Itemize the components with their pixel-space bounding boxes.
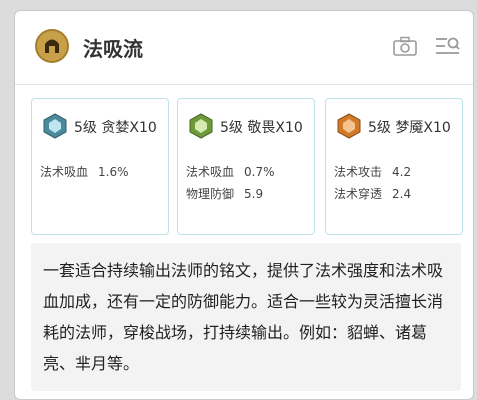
page-title: 法吸流 [83, 37, 143, 61]
green-gem-icon [188, 113, 214, 139]
inscription-card-nightmare[interactable]: 5级 梦魇X10 法术攻击 4.2 法术穿透 2.4 [325, 98, 463, 235]
description-text: 一套适合持续输出法师的铭文，提供了法术强度和法术吸血加成，还有一定的防御能力。适… [43, 261, 444, 373]
stat-row: 物理防御 5.9 [186, 185, 263, 202]
stat-value: 5.9 [244, 187, 264, 201]
stat-value: 4.2 [392, 165, 412, 179]
card-name: 5级 敬畏X10 [220, 120, 303, 136]
panel-header: 法吸流 [15, 11, 473, 81]
stat-label: 法术吸血 [40, 165, 89, 179]
helmet-emblem-icon [35, 29, 69, 63]
stat-row: 法术穿透 2.4 [334, 185, 411, 202]
stat-label: 物理防御 [186, 187, 235, 201]
description-box: 一套适合持续输出法师的铭文，提供了法术强度和法术吸血加成，还有一定的防御能力。适… [31, 243, 461, 391]
card-name: 5级 贪婪X10 [74, 120, 157, 136]
camera-icon[interactable] [393, 36, 417, 56]
stat-row: 法术吸血 1.6% [40, 163, 129, 180]
search-list-icon[interactable] [435, 36, 461, 56]
stat-value: 0.7% [244, 165, 275, 179]
stat-label: 法术攻击 [334, 165, 383, 179]
stat-value: 2.4 [392, 187, 412, 201]
card-name: 5级 梦魇X10 [368, 120, 451, 136]
stat-row: 法术攻击 4.2 [334, 163, 411, 180]
stat-label: 法术吸血 [186, 165, 235, 179]
stat-value: 1.6% [98, 165, 129, 179]
cyan-gem-icon [42, 113, 68, 139]
inscription-card-awe[interactable]: 5级 敬畏X10 法术吸血 0.7% 物理防御 5.9 [177, 98, 315, 235]
stat-row: 法术吸血 0.7% [186, 163, 275, 180]
stat-label: 法术穿透 [334, 187, 383, 201]
inscription-card-greed[interactable]: 5级 贪婪X10 法术吸血 1.6% [31, 98, 169, 235]
inscription-panel: 法吸流 5级 贪婪X10 法术吸血 1.6% 5级 敬畏X10 法术吸血 0.7… [14, 10, 474, 400]
header-divider [15, 84, 473, 85]
orange-gem-icon [336, 113, 362, 139]
